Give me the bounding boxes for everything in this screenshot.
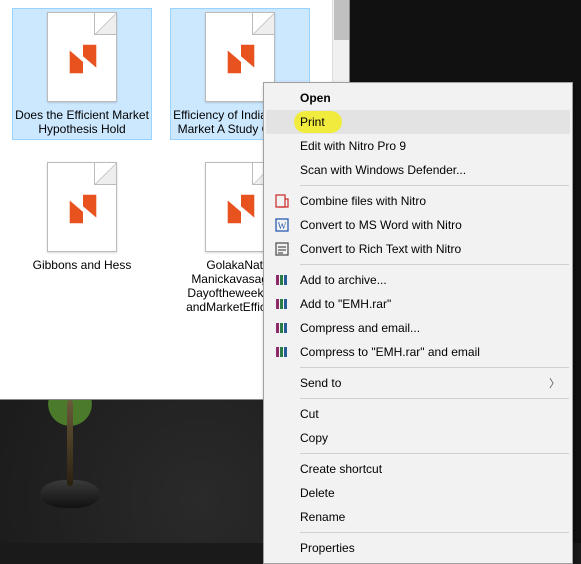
- menu-cut[interactable]: Cut: [266, 402, 570, 426]
- nitro-word-icon: W: [274, 217, 290, 233]
- nitro-logo-icon: [222, 191, 260, 229]
- nitro-logo-icon: [64, 191, 102, 229]
- rar-books-icon: [274, 320, 290, 336]
- rar-books-icon: [274, 272, 290, 288]
- menu-separator: [300, 367, 569, 368]
- menu-separator: [300, 453, 569, 454]
- menu-open[interactable]: Open: [266, 86, 570, 110]
- menu-separator: [300, 185, 569, 186]
- nitro-combine-icon: [274, 193, 290, 209]
- bonsai-decoration: [40, 400, 100, 508]
- menu-convert-word[interactable]: W Convert to MS Word with Nitro: [266, 213, 570, 237]
- menu-send-to[interactable]: Send to 〉: [266, 371, 570, 395]
- menu-combine-nitro[interactable]: Combine files with Nitro: [266, 189, 570, 213]
- menu-print[interactable]: Print: [266, 110, 570, 134]
- menu-separator: [300, 532, 569, 533]
- nitro-logo-icon: [64, 41, 102, 79]
- rar-books-icon: [274, 296, 290, 312]
- menu-separator: [300, 264, 569, 265]
- file-item[interactable]: Gibbons and Hess: [12, 158, 152, 318]
- menu-create-shortcut[interactable]: Create shortcut: [266, 457, 570, 481]
- nitro-richtext-icon: [274, 241, 290, 257]
- scrollbar-thumb[interactable]: [334, 0, 349, 40]
- menu-copy[interactable]: Copy: [266, 426, 570, 450]
- menu-compress-email[interactable]: Compress and email...: [266, 316, 570, 340]
- menu-compress-emh-email[interactable]: Compress to "EMH.rar" and email: [266, 340, 570, 364]
- rar-books-icon: [274, 344, 290, 360]
- menu-rename[interactable]: Rename: [266, 505, 570, 529]
- menu-windows-defender[interactable]: Scan with Windows Defender...: [266, 158, 570, 182]
- file-item[interactable]: Does the Efficient Market Hypothesis Hol…: [12, 8, 152, 140]
- svg-text:W: W: [278, 221, 287, 231]
- chevron-right-icon: 〉: [549, 375, 560, 391]
- file-label: Does the Efficient Market Hypothesis Hol…: [14, 108, 150, 136]
- context-menu: Open Print Edit with Nitro Pro 9 Scan wi…: [263, 82, 573, 564]
- menu-add-emh-rar[interactable]: Add to "EMH.rar": [266, 292, 570, 316]
- menu-delete[interactable]: Delete: [266, 481, 570, 505]
- file-label: Gibbons and Hess: [33, 258, 132, 272]
- pdf-file-icon: [47, 162, 117, 252]
- menu-add-archive[interactable]: Add to archive...: [266, 268, 570, 292]
- menu-convert-richtext[interactable]: Convert to Rich Text with Nitro: [266, 237, 570, 261]
- pdf-file-icon: [47, 12, 117, 102]
- menu-edit-nitro[interactable]: Edit with Nitro Pro 9: [266, 134, 570, 158]
- nitro-logo-icon: [222, 41, 260, 79]
- menu-separator: [300, 398, 569, 399]
- menu-properties[interactable]: Properties: [266, 536, 570, 560]
